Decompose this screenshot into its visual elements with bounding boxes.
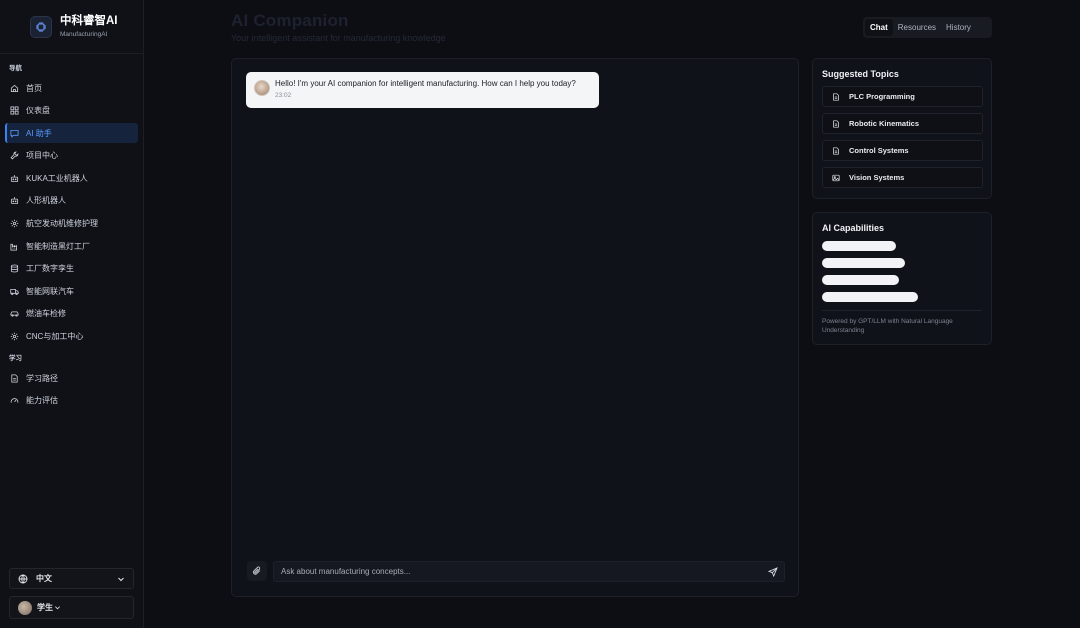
topic-control-systems[interactable]: Control Systems — [822, 140, 983, 161]
main-nav: 首页 仪表盘 AI 助手 项目中心 KUKA工业机器人 人形机器人 航空发动机维… — [0, 78, 143, 347]
truck-icon — [10, 288, 19, 295]
topic-label: PLC Programming — [849, 92, 915, 101]
document-icon — [833, 92, 839, 101]
topic-label: Vision Systems — [849, 173, 905, 182]
sidebar-item-label: 智能网联汽车 — [26, 286, 74, 296]
language-label: 中文 — [36, 574, 52, 583]
sidebar-item-label: 学习路径 — [26, 373, 58, 383]
message-text: Hello! I'm your AI companion for intelli… — [275, 79, 576, 88]
sidebar-item-cnc[interactable]: CNC与加工中心 — [5, 327, 138, 347]
sidebar-item-label: 航空发动机维修护理 — [26, 219, 98, 229]
globe-icon — [18, 574, 28, 583]
sidebar-item-label: 人形机器人 — [26, 196, 66, 206]
robot-icon — [10, 197, 19, 205]
sidebar-item-kuka[interactable]: KUKA工业机器人 — [5, 168, 138, 188]
chat-panel: Hello! I'm your AI companion for intelli… — [231, 58, 799, 597]
topic-label: Robotic Kinematics — [849, 119, 920, 128]
grid-icon — [10, 106, 19, 115]
sidebar-item-label: AI 助手 — [26, 128, 52, 138]
tab-chat[interactable]: Chat — [865, 19, 893, 36]
language-selector[interactable]: 中文 — [9, 568, 134, 589]
sidebar-item-projects[interactable]: 项目中心 — [5, 146, 138, 166]
capability-placeholder — [822, 275, 899, 285]
sidebar-item-humanoid[interactable]: 人形机器人 — [5, 191, 138, 211]
sidebar-item-fuel-car[interactable]: 燃油车检修 — [5, 304, 138, 324]
divider — [822, 310, 982, 311]
gauge-icon — [10, 398, 19, 404]
tab-resources[interactable]: Resources — [893, 19, 941, 36]
send-button[interactable] — [766, 565, 780, 579]
user-role-label: 学生 — [37, 603, 53, 612]
sidebar-item-label: CNC与加工中心 — [26, 332, 84, 342]
page-subtitle: Your intelligent assistant for manufactu… — [231, 33, 446, 43]
assistant-avatar — [254, 80, 270, 96]
sidebar-item-label: 燃油车检修 — [26, 309, 66, 319]
topic-label: Control Systems — [849, 146, 909, 155]
capability-placeholder — [822, 241, 896, 251]
message-timestamp: 23:02 — [275, 92, 292, 99]
factory-icon — [10, 243, 18, 251]
image-icon — [832, 174, 840, 181]
sidebar-item-label: 仪表盘 — [26, 106, 50, 116]
capability-placeholder — [822, 292, 918, 302]
sidebar-item-ai-assistant[interactable]: AI 助手 — [5, 123, 138, 144]
page-title: AI Companion — [231, 11, 349, 30]
ai-capabilities-title: AI Capabilities — [822, 223, 885, 233]
suggested-topics-card: Suggested Topics PLC Programming Robotic… — [812, 58, 992, 199]
ai-capabilities-card: AI Capabilities Powered by GPT/LLM with … — [812, 212, 992, 345]
chevron-down-icon — [118, 577, 124, 582]
attach-button[interactable] — [247, 561, 267, 581]
ai-message-bubble: Hello! I'm your AI companion for intelli… — [246, 72, 599, 108]
sidebar-item-label: KUKA工业机器人 — [26, 173, 88, 183]
document-icon — [11, 374, 18, 383]
topic-plc-programming[interactable]: PLC Programming — [822, 86, 983, 107]
sidebar: 中科睿智AI ManufacturingAI 导航 首页 仪表盘 AI 助手 项… — [0, 0, 144, 628]
brand[interactable]: 中科睿智AI ManufacturingAI — [0, 0, 143, 54]
suggested-topics-title: Suggested Topics — [822, 69, 899, 79]
view-tabs: Chat Resources History — [863, 17, 992, 38]
car-icon — [10, 311, 19, 318]
sidebar-item-assessment[interactable]: 能力评估 — [5, 391, 138, 411]
gear-icon — [10, 219, 19, 228]
topic-vision-systems[interactable]: Vision Systems — [822, 167, 983, 188]
sidebar-item-learning-path[interactable]: 学习路径 — [5, 368, 138, 388]
chevron-down-icon — [55, 606, 60, 610]
wrench-icon — [10, 151, 19, 160]
home-icon — [10, 84, 19, 92]
robot-icon — [10, 174, 19, 182]
brand-title: 中科睿智AI — [60, 14, 118, 27]
sidebar-item-label: 首页 — [26, 83, 42, 93]
document-icon — [833, 146, 839, 155]
learn-nav: 学习路径 能力评估 — [0, 368, 143, 411]
gear-icon — [10, 332, 19, 341]
avatar — [18, 600, 32, 615]
sidebar-item-dark-factory[interactable]: 智能制造黑灯工厂 — [5, 236, 138, 256]
chip-icon — [30, 15, 52, 38]
learn-section-label: 学习 — [9, 355, 22, 363]
paperclip-icon — [252, 566, 261, 575]
chat-icon — [10, 129, 19, 138]
nav-section-label: 导航 — [9, 65, 22, 72]
sidebar-item-home[interactable]: 首页 — [5, 78, 138, 98]
capability-placeholder — [822, 258, 905, 268]
chat-input[interactable] — [273, 561, 785, 582]
sidebar-item-dashboard[interactable]: 仪表盘 — [5, 101, 138, 121]
capabilities-note: Powered by GPT/LLM with Natural Language… — [822, 318, 953, 334]
sidebar-item-digital-twin[interactable]: 工厂数字孪生 — [5, 259, 138, 279]
document-icon — [833, 119, 839, 128]
send-icon — [768, 567, 778, 577]
topic-robotic-kinematics[interactable]: Robotic Kinematics — [822, 113, 983, 134]
brand-subtitle: ManufacturingAI — [60, 30, 108, 38]
database-icon — [10, 264, 19, 273]
sidebar-item-connected-car[interactable]: 智能网联汽车 — [5, 281, 138, 301]
sidebar-item-label: 项目中心 — [26, 151, 58, 161]
sidebar-item-aero-engine[interactable]: 航空发动机维修护理 — [5, 214, 138, 234]
tab-history[interactable]: History — [941, 19, 976, 36]
sidebar-item-label: 工厂数字孪生 — [26, 264, 74, 274]
sidebar-item-label: 能力评估 — [26, 396, 58, 406]
sidebar-item-label: 智能制造黑灯工厂 — [26, 241, 90, 251]
user-menu[interactable]: 学生 — [9, 596, 134, 619]
